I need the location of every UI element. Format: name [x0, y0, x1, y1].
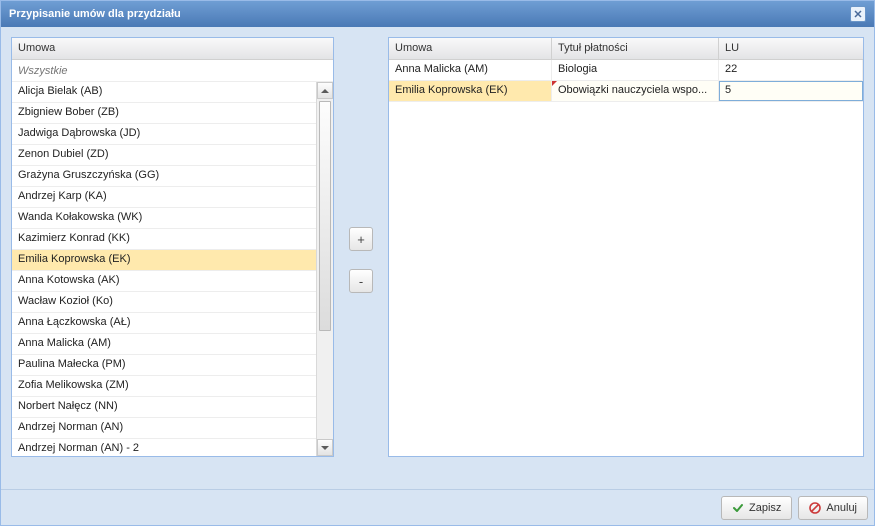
list-item[interactable]: Wacław Kozioł (Ko): [12, 292, 316, 313]
chevron-up-icon: [321, 89, 329, 93]
cancel-button[interactable]: Anuluj: [798, 496, 868, 520]
list-item[interactable]: Norbert Nałęcz (NN): [12, 397, 316, 418]
middle-button-column: + -: [344, 37, 378, 483]
col-header-tytul[interactable]: Tytuł płatności: [552, 38, 719, 59]
table-row[interactable]: Anna Malicka (AM)Biologia22: [389, 60, 863, 81]
cell-lu[interactable]: 22: [719, 60, 863, 80]
window-title: Przypisanie umów dla przydziału: [9, 8, 181, 20]
filter-row: [12, 60, 333, 82]
list-item[interactable]: Emilia Koprowska (EK): [12, 250, 316, 271]
list-item[interactable]: Kazimierz Konrad (KK): [12, 229, 316, 250]
col-header-lu[interactable]: LU: [719, 38, 863, 59]
main-area: Umowa Alicja Bielak (AB)Zbigniew Bober (…: [11, 37, 864, 483]
list-item[interactable]: Paulina Małecka (PM): [12, 355, 316, 376]
filter-input[interactable]: [12, 60, 333, 81]
dialog-window: Przypisanie umów dla przydziału Umowa Al…: [0, 0, 875, 526]
left-header-row: Umowa: [12, 38, 333, 60]
scroll-down-button[interactable]: [317, 439, 333, 456]
remove-button[interactable]: -: [349, 269, 373, 293]
dialog-body: Umowa Alicja Bielak (AB)Zbigniew Bober (…: [1, 27, 874, 489]
right-table-body: Anna Malicka (AM)Biologia22Emilia Koprow…: [389, 60, 863, 456]
close-button[interactable]: [850, 6, 866, 22]
left-list-panel: Umowa Alicja Bielak (AB)Zbigniew Bober (…: [11, 37, 334, 457]
list-item[interactable]: Zofia Melikowska (ZM): [12, 376, 316, 397]
left-list-body: Alicja Bielak (AB)Zbigniew Bober (ZB)Jad…: [12, 82, 333, 456]
right-header-row: Umowa Tytuł płatności LU: [389, 38, 863, 60]
left-list-rows: Alicja Bielak (AB)Zbigniew Bober (ZB)Jad…: [12, 82, 316, 456]
left-scrollbar[interactable]: [316, 82, 333, 456]
table-row[interactable]: Emilia Koprowska (EK)Obowiązki nauczycie…: [389, 81, 863, 102]
cell-umowa[interactable]: Anna Malicka (AM): [389, 60, 552, 80]
list-item[interactable]: Andrzej Norman (AN): [12, 418, 316, 439]
list-item[interactable]: Anna Kotowska (AK): [12, 271, 316, 292]
cell-lu[interactable]: 5: [719, 81, 863, 101]
list-item[interactable]: Jadwiga Dąbrowska (JD): [12, 124, 316, 145]
check-icon: [732, 502, 744, 514]
right-table-panel: Umowa Tytuł płatności LU Anna Malicka (A…: [388, 37, 864, 457]
footer-toolbar: Zapisz Anuluj: [1, 489, 874, 525]
titlebar: Przypisanie umów dla przydziału: [1, 1, 874, 27]
chevron-down-icon: [321, 446, 329, 450]
list-item[interactable]: Zenon Dubiel (ZD): [12, 145, 316, 166]
cell-tytul[interactable]: Biologia: [552, 60, 719, 80]
cancel-button-label: Anuluj: [826, 502, 857, 514]
scroll-thumb[interactable]: [319, 101, 331, 331]
add-button[interactable]: +: [349, 227, 373, 251]
cancel-icon: [809, 502, 821, 514]
save-button-label: Zapisz: [749, 502, 781, 514]
list-item[interactable]: Anna Malicka (AM): [12, 334, 316, 355]
list-item[interactable]: Andrzej Karp (KA): [12, 187, 316, 208]
list-item[interactable]: Alicja Bielak (AB): [12, 82, 316, 103]
scroll-up-button[interactable]: [317, 82, 333, 99]
save-button[interactable]: Zapisz: [721, 496, 792, 520]
cell-tytul[interactable]: Obowiązki nauczyciela wspo...: [552, 81, 719, 101]
list-item[interactable]: Grażyna Gruszczyńska (GG): [12, 166, 316, 187]
list-item[interactable]: Zbigniew Bober (ZB): [12, 103, 316, 124]
list-item[interactable]: Anna Łączkowska (AŁ): [12, 313, 316, 334]
list-item[interactable]: Wanda Kołakowska (WK): [12, 208, 316, 229]
close-icon: [854, 10, 862, 18]
col-header-umowa[interactable]: Umowa: [389, 38, 552, 59]
cell-umowa[interactable]: Emilia Koprowska (EK): [389, 81, 552, 101]
list-item[interactable]: Andrzej Norman (AN) - 2: [12, 439, 316, 456]
left-header-umowa[interactable]: Umowa: [12, 38, 333, 59]
